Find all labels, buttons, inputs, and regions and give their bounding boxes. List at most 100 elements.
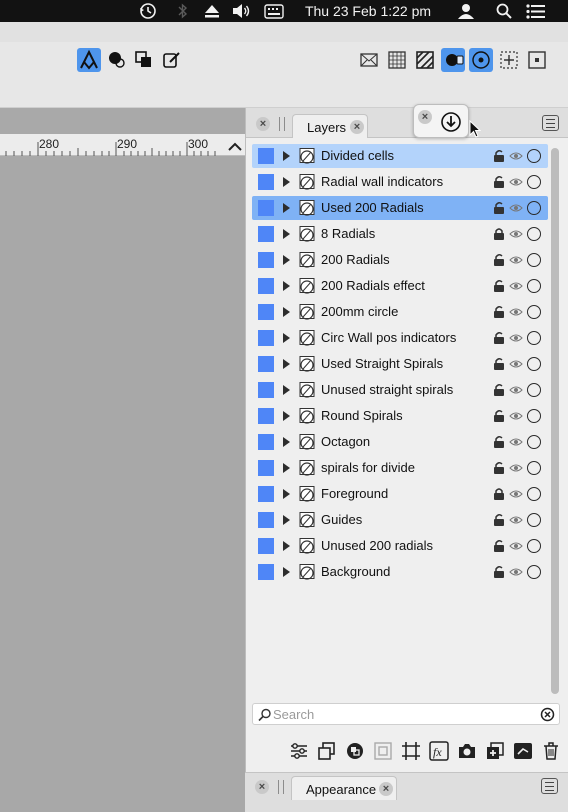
layer-group-button[interactable]	[372, 740, 394, 762]
disclosure-triangle-icon[interactable]	[283, 411, 290, 421]
delete-layer-button[interactable]	[540, 740, 562, 762]
layer-color-swatch[interactable]	[258, 278, 274, 294]
export-download-icon[interactable]	[440, 111, 462, 133]
visibility-toggle[interactable]	[527, 305, 541, 319]
disclosure-triangle-icon[interactable]	[283, 333, 290, 343]
tab-appearance[interactable]: Appearance ×	[291, 776, 397, 800]
layer-row[interactable]: Unused 200 radials	[252, 534, 548, 558]
unlock-icon[interactable]	[492, 409, 506, 423]
layer-color-swatch[interactable]	[258, 330, 274, 346]
layer-row[interactable]: Round Spirals	[252, 404, 548, 428]
layer-color-swatch[interactable]	[258, 408, 274, 424]
layer-search-field[interactable]	[252, 703, 560, 725]
tab-appearance-close-icon[interactable]: ×	[379, 782, 393, 796]
duplicate-button[interactable]	[316, 740, 338, 762]
unlock-icon[interactable]	[492, 565, 506, 579]
layer-color-swatch[interactable]	[258, 200, 274, 216]
eye-icon[interactable]	[509, 410, 523, 422]
disclosure-triangle-icon[interactable]	[283, 463, 290, 473]
layer-row[interactable]: Divided cells	[252, 144, 548, 168]
layer-color-swatch[interactable]	[258, 460, 274, 476]
eye-icon[interactable]	[509, 358, 523, 370]
popover-close-icon[interactable]: ×	[418, 110, 432, 124]
disclosure-triangle-icon[interactable]	[283, 359, 290, 369]
layer-color-swatch[interactable]	[258, 174, 274, 190]
unlock-icon[interactable]	[492, 331, 506, 345]
disclosure-triangle-icon[interactable]	[283, 255, 290, 265]
visibility-toggle[interactable]	[527, 487, 541, 501]
unlock-icon[interactable]	[492, 279, 506, 293]
disclosure-triangle-icon[interactable]	[283, 307, 290, 317]
layer-row[interactable]: Background	[252, 560, 548, 584]
eye-icon[interactable]	[509, 202, 523, 214]
eye-icon[interactable]	[509, 228, 523, 240]
snap-button-1[interactable]	[357, 48, 381, 72]
disclosure-triangle-icon[interactable]	[283, 281, 290, 291]
artboard-button[interactable]	[400, 740, 422, 762]
visibility-toggle[interactable]	[527, 357, 541, 371]
time-machine-icon[interactable]	[138, 2, 158, 20]
unlock-icon[interactable]	[492, 253, 506, 267]
panel-menu-icon[interactable]	[542, 115, 559, 131]
eye-icon[interactable]	[509, 150, 523, 162]
layer-color-swatch[interactable]	[258, 356, 274, 372]
eye-icon[interactable]	[509, 488, 523, 500]
disclosure-triangle-icon[interactable]	[283, 437, 290, 447]
disclosure-triangle-icon[interactable]	[283, 385, 290, 395]
eye-icon[interactable]	[509, 462, 523, 474]
unlock-icon[interactable]	[492, 461, 506, 475]
visibility-toggle[interactable]	[527, 201, 541, 215]
persona-toggle-button[interactable]	[77, 48, 101, 72]
eye-icon[interactable]	[509, 436, 523, 448]
chevron-up-icon[interactable]	[226, 138, 244, 156]
bounding-box-button[interactable]	[525, 48, 549, 72]
eye-icon[interactable]	[509, 514, 523, 526]
layer-color-swatch[interactable]	[258, 538, 274, 554]
visibility-toggle[interactable]	[527, 409, 541, 423]
layer-row[interactable]: 200 Radials	[252, 248, 548, 272]
layer-color-swatch[interactable]	[258, 434, 274, 450]
layer-row[interactable]: Foreground	[252, 482, 548, 506]
unlock-icon[interactable]	[492, 149, 506, 163]
disclosure-triangle-icon[interactable]	[283, 541, 290, 551]
visibility-toggle[interactable]	[527, 565, 541, 579]
disclosure-triangle-icon[interactable]	[283, 229, 290, 239]
visibility-toggle[interactable]	[527, 331, 541, 345]
disclosure-triangle-icon[interactable]	[283, 203, 290, 213]
panel-close-icon[interactable]: ×	[256, 117, 270, 131]
appearance-menu-icon[interactable]	[541, 778, 558, 794]
menubar-clock[interactable]: Thu 23 Feb 1:22 pm	[300, 0, 436, 22]
appearance-drag-handle[interactable]	[278, 780, 284, 794]
layer-row[interactable]: 200 Radials effect	[252, 274, 548, 298]
unlock-icon[interactable]	[492, 201, 506, 215]
visibility-toggle[interactable]	[527, 279, 541, 293]
visibility-toggle[interactable]	[527, 149, 541, 163]
eye-icon[interactable]	[509, 306, 523, 318]
layer-row[interactable]: Used Straight Spirals	[252, 352, 548, 376]
unlock-icon[interactable]	[492, 539, 506, 553]
fx-button[interactable]: fx	[428, 740, 450, 762]
eye-icon[interactable]	[509, 254, 523, 266]
visibility-toggle[interactable]	[527, 383, 541, 397]
layer-color-swatch[interactable]	[258, 512, 274, 528]
tab-layers-close-icon[interactable]: ×	[350, 120, 364, 134]
unlock-icon[interactable]	[492, 383, 506, 397]
user-icon[interactable]	[458, 3, 474, 19]
layer-color-swatch[interactable]	[258, 486, 274, 502]
visibility-toggle[interactable]	[527, 539, 541, 553]
layer-row[interactable]: 200mm circle	[252, 300, 548, 324]
disclosure-triangle-icon[interactable]	[283, 151, 290, 161]
notification-center-icon[interactable]	[526, 4, 546, 19]
unlock-icon[interactable]	[492, 513, 506, 527]
eye-icon[interactable]	[509, 176, 523, 188]
visibility-toggle[interactable]	[527, 227, 541, 241]
layer-row[interactable]: Circ Wall pos indicators	[252, 326, 548, 350]
clear-search-icon[interactable]	[540, 707, 555, 722]
layer-row[interactable]: Guides	[252, 508, 548, 532]
volume-icon[interactable]	[232, 3, 252, 19]
visibility-toggle[interactable]	[527, 435, 541, 449]
edit-button[interactable]	[160, 48, 184, 72]
search-input[interactable]	[273, 706, 533, 722]
unlock-icon[interactable]	[492, 175, 506, 189]
eye-icon[interactable]	[509, 384, 523, 396]
